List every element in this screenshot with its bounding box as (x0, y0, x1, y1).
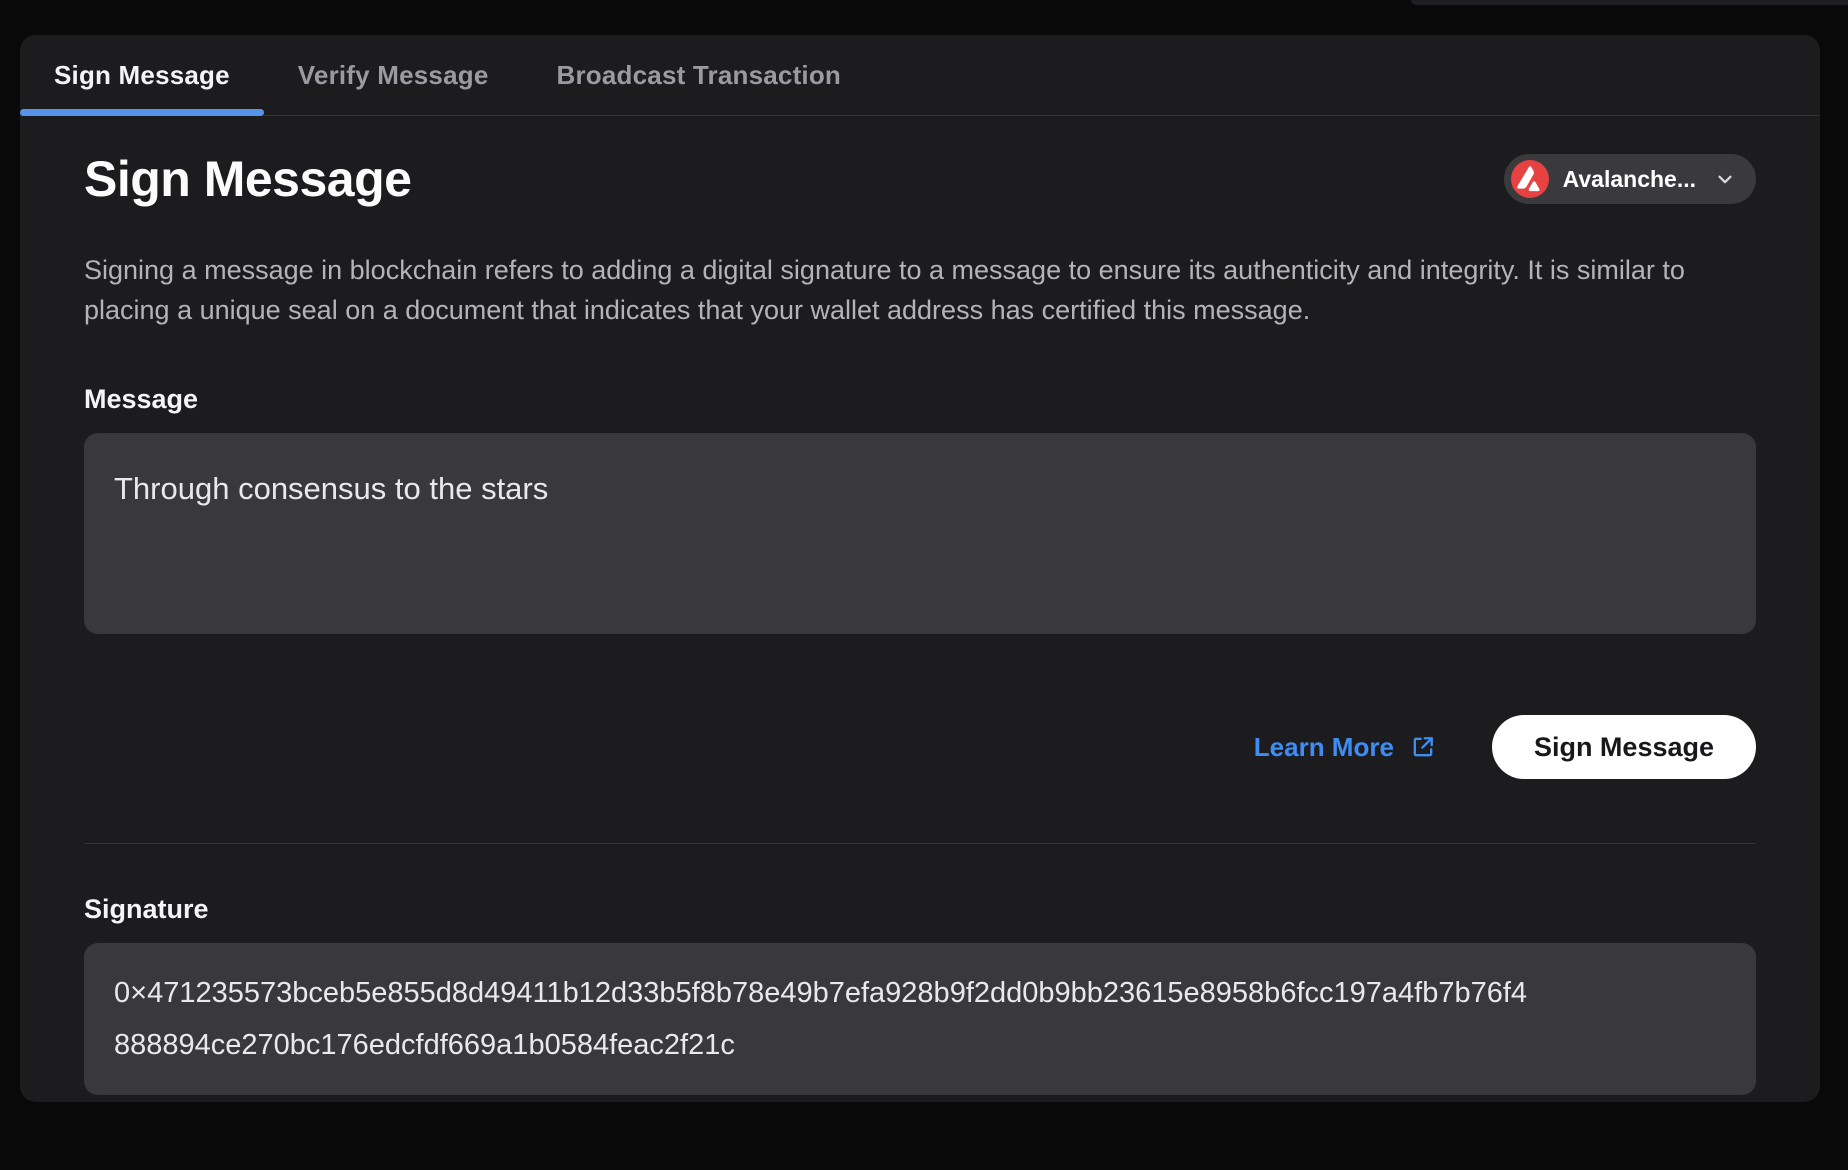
signature-value: 0×471235573bceb5e855d8d49411b12d33b5f8b7… (114, 967, 1534, 1071)
header-row: Sign Message Avalanche... (84, 150, 1756, 208)
tab-broadcast-transaction-label: Broadcast Transaction (557, 60, 842, 91)
sign-message-card: Sign Message Verify Message Broadcast Tr… (20, 35, 1820, 1102)
avalanche-logo-icon (1511, 160, 1549, 198)
chevron-down-icon (1714, 168, 1736, 190)
tab-sign-message-label: Sign Message (54, 60, 230, 91)
message-label: Message (84, 384, 1756, 415)
tab-verify-message-label: Verify Message (298, 60, 489, 91)
signature-label: Signature (84, 894, 1756, 925)
message-input[interactable]: Through consensus to the stars (84, 433, 1756, 634)
network-selector[interactable]: Avalanche... (1504, 154, 1756, 204)
page-title: Sign Message (84, 150, 411, 208)
tab-verify-message[interactable]: Verify Message (264, 35, 523, 115)
section-divider (84, 843, 1756, 844)
sign-message-button-label: Sign Message (1534, 732, 1714, 763)
external-link-icon (1409, 733, 1437, 761)
active-tab-underline (20, 109, 264, 116)
signature-output-box: 0×471235573bceb5e855d8d49411b12d33b5f8b7… (84, 943, 1756, 1095)
actions-row: Learn More Sign Message (84, 715, 1756, 779)
browser-chrome-edge (1411, 0, 1848, 5)
tab-broadcast-transaction[interactable]: Broadcast Transaction (523, 35, 876, 115)
tabbar: Sign Message Verify Message Broadcast Tr… (20, 35, 1820, 116)
learn-more-label: Learn More (1254, 732, 1394, 763)
description-text: Signing a message in blockchain refers t… (84, 250, 1756, 330)
tab-sign-message[interactable]: Sign Message (20, 35, 264, 115)
learn-more-link[interactable]: Learn More (1254, 732, 1437, 763)
network-name: Avalanche... (1563, 166, 1696, 193)
sign-message-button[interactable]: Sign Message (1492, 715, 1756, 779)
card-content: Sign Message Avalanche... Signing a mess… (20, 150, 1820, 1095)
